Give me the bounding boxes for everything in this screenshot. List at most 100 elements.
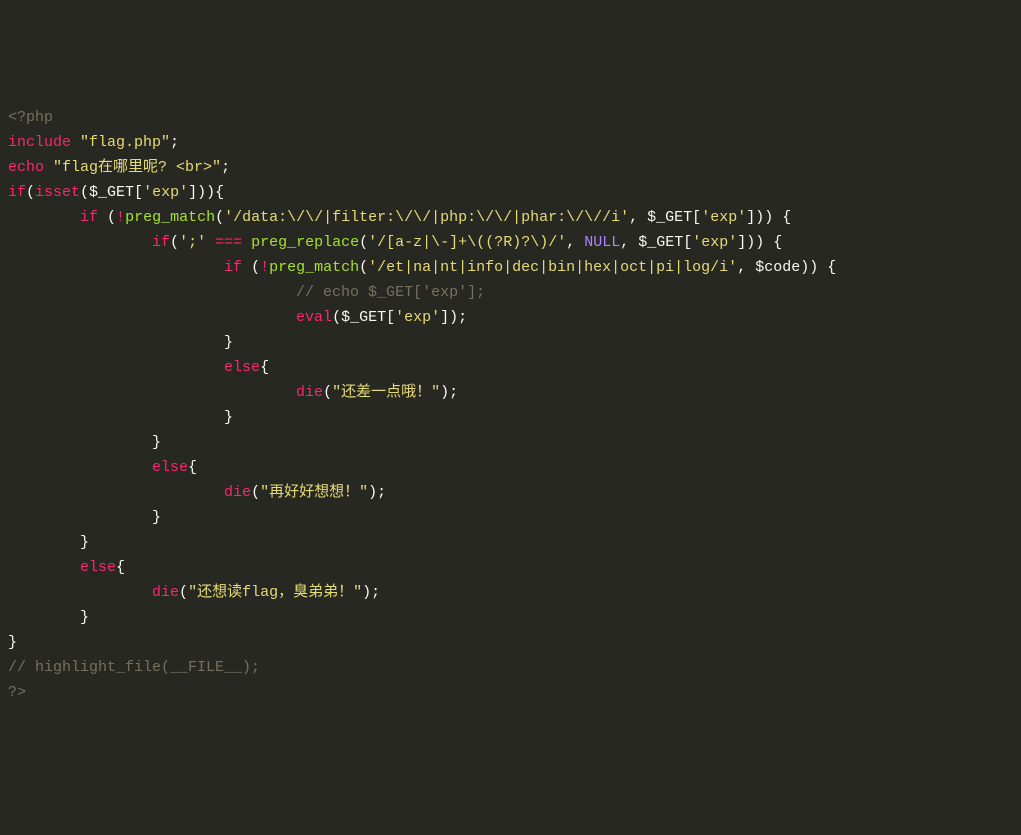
- code-token: ]);: [440, 309, 467, 326]
- code-token: }: [8, 434, 161, 451]
- code-line: // highlight_file(__FILE__);: [8, 655, 1013, 680]
- code-token: {: [260, 359, 269, 376]
- code-token: [8, 259, 224, 276]
- code-token: 'exp': [692, 234, 737, 251]
- code-token: (: [323, 384, 332, 401]
- code-line: }: [8, 630, 1013, 655]
- code-line: }: [8, 605, 1013, 630]
- code-token: 'exp': [395, 309, 440, 326]
- code-token: NULL: [584, 234, 620, 251]
- code-token: (: [251, 484, 260, 501]
- code-token: }: [8, 534, 89, 551]
- code-token: else: [224, 359, 260, 376]
- code-line: if (!preg_match('/et|na|nt|info|dec|bin|…: [8, 255, 1013, 280]
- code-token: [8, 484, 224, 501]
- code-token: (: [98, 209, 116, 226]
- code-token: ])) {: [737, 234, 782, 251]
- code-token: [8, 309, 296, 326]
- code-line: die("还想读flag，臭弟弟！");: [8, 580, 1013, 605]
- code-token: [206, 234, 215, 251]
- code-token: }: [8, 509, 161, 526]
- code-line: eval($_GET['exp']);: [8, 305, 1013, 330]
- code-line: }: [8, 505, 1013, 530]
- code-token: <?php: [8, 109, 53, 126]
- code-token: );: [362, 584, 380, 601]
- code-token: "flag.php": [80, 134, 170, 151]
- code-token: }: [8, 334, 233, 351]
- code-token: echo: [8, 159, 44, 176]
- code-token: die: [296, 384, 323, 401]
- code-token: [8, 284, 296, 301]
- code-line: if(';' === preg_replace('/[a-z|\-]+\((?R…: [8, 230, 1013, 255]
- code-token: "再好好想想！": [260, 484, 368, 501]
- code-line: die("再好好想想！");: [8, 480, 1013, 505]
- code-token: );: [368, 484, 386, 501]
- code-line: }: [8, 530, 1013, 555]
- code-token: );: [440, 384, 458, 401]
- code-token: [71, 134, 80, 151]
- code-line: }: [8, 330, 1013, 355]
- code-line: if(isset($_GET['exp'])){: [8, 180, 1013, 205]
- code-token: [8, 234, 152, 251]
- code-token: include: [8, 134, 71, 151]
- code-token: (: [179, 584, 188, 601]
- code-line: die("还差一点哦！");: [8, 380, 1013, 405]
- code-token: ;: [170, 134, 179, 151]
- code-token: preg_match: [269, 259, 359, 276]
- code-token: ])) {: [746, 209, 791, 226]
- code-token: else: [152, 459, 188, 476]
- code-token: ;: [221, 159, 230, 176]
- code-token: if: [224, 259, 242, 276]
- code-token: (: [215, 209, 224, 226]
- code-token: }: [8, 409, 233, 426]
- code-line: if (!preg_match('/data:\/\/|filter:\/\/|…: [8, 205, 1013, 230]
- code-token: ($_GET[: [80, 184, 143, 201]
- code-token: , $_GET[: [629, 209, 701, 226]
- code-token: 'exp': [143, 184, 188, 201]
- code-token: (: [170, 234, 179, 251]
- code-token: [8, 359, 224, 376]
- code-token: [8, 584, 152, 601]
- code-line: else{: [8, 555, 1013, 580]
- code-token: (: [359, 259, 368, 276]
- code-line: echo "flag在哪里呢? <br>";: [8, 155, 1013, 180]
- code-token: ,: [566, 234, 584, 251]
- code-line: <?php: [8, 105, 1013, 130]
- code-token: ($_GET[: [332, 309, 395, 326]
- code-token: [8, 459, 152, 476]
- code-token: !: [116, 209, 125, 226]
- code-token: [8, 559, 80, 576]
- code-token: (: [242, 259, 260, 276]
- code-token: ])){: [188, 184, 224, 201]
- code-token: "还差一点哦！": [332, 384, 440, 401]
- code-token: ';': [179, 234, 206, 251]
- code-token: '/data:\/\/|filter:\/\/|php:\/\/|phar:\/…: [224, 209, 629, 226]
- code-token: preg_replace: [251, 234, 359, 251]
- code-token: ===: [215, 234, 242, 251]
- code-line: }: [8, 430, 1013, 455]
- code-token: ?>: [8, 684, 26, 701]
- code-token: {: [116, 559, 125, 576]
- code-token: isset: [35, 184, 80, 201]
- code-token: preg_match: [125, 209, 215, 226]
- code-token: 'exp': [701, 209, 746, 226]
- code-block: <?phpinclude "flag.php";echo "flag在哪里呢? …: [8, 105, 1013, 705]
- code-token: [8, 384, 296, 401]
- code-token: // highlight_file(__FILE__);: [8, 659, 260, 676]
- code-line: }: [8, 405, 1013, 430]
- code-token: [8, 209, 80, 226]
- code-token: if: [80, 209, 98, 226]
- code-line: ?>: [8, 680, 1013, 705]
- code-line: include "flag.php";: [8, 130, 1013, 155]
- code-token: eval: [296, 309, 332, 326]
- code-token: (: [26, 184, 35, 201]
- code-token: [242, 234, 251, 251]
- code-token: // echo $_GET['exp'];: [296, 284, 485, 301]
- code-token: , $code)) {: [737, 259, 836, 276]
- code-token: '/[a-z|\-]+\((?R)?\)/': [368, 234, 566, 251]
- code-token: [44, 159, 53, 176]
- code-line: // echo $_GET['exp'];: [8, 280, 1013, 305]
- code-token: "flag在哪里呢? <br>": [53, 159, 221, 176]
- code-token: else: [80, 559, 116, 576]
- code-token: }: [8, 609, 89, 626]
